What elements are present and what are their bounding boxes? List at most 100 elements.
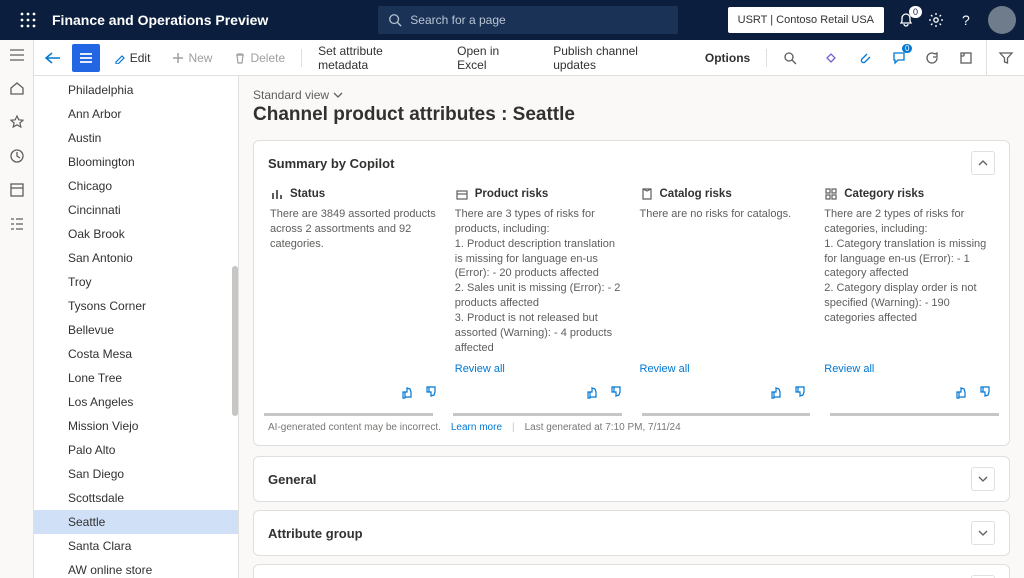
user-avatar[interactable] (988, 6, 1016, 34)
company-picker[interactable]: USRT | Contoso Retail USA (728, 7, 884, 33)
tree-item[interactable]: Cincinnati (34, 198, 238, 222)
thumbs-up-icon[interactable] (955, 385, 969, 399)
delete-button[interactable]: Delete (226, 47, 293, 69)
page-title: Channel product attributes : Seattle (253, 104, 1010, 126)
action-toolbar: Edit New Delete Set attribute metadata O… (34, 40, 986, 76)
tree-item[interactable]: Mission Viejo (34, 414, 238, 438)
popout-icon[interactable] (952, 44, 980, 72)
global-header: Finance and Operations Preview Search fo… (0, 0, 1024, 40)
tile-body: There are 3 types of risks for products,… (455, 207, 624, 355)
find-button[interactable] (775, 47, 805, 69)
tree-item[interactable]: Austin (34, 126, 238, 150)
favorites-icon[interactable] (9, 114, 25, 130)
review-all-link[interactable]: Review all (455, 363, 624, 375)
notification-icon[interactable]: 0 (898, 12, 914, 28)
copilot-summary-card: Summary by Copilot Status There are 3849 … (253, 140, 1010, 446)
hamburger-icon[interactable] (9, 48, 25, 62)
section-title: Attribute group (268, 526, 971, 541)
search-box[interactable]: Search for a page (378, 6, 678, 34)
tree-item[interactable]: Scottsdale (34, 486, 238, 510)
search-icon (388, 13, 402, 27)
expand-button[interactable] (971, 521, 995, 545)
tree-item[interactable]: San Antonio (34, 246, 238, 270)
back-button[interactable] (40, 47, 66, 69)
section-title: General (268, 472, 971, 487)
app-launcher-button[interactable] (8, 0, 48, 40)
trash-icon (234, 52, 246, 64)
tile-title: Category risks (844, 188, 924, 200)
attach-icon[interactable] (851, 44, 879, 72)
settings-icon[interactable] (928, 12, 944, 28)
collapsed-section[interactable]: General (253, 456, 1010, 502)
search-icon (783, 51, 797, 65)
tree-item[interactable]: Philadelphia (34, 78, 238, 102)
tree-item[interactable]: Oak Brook (34, 222, 238, 246)
expand-button[interactable] (971, 467, 995, 491)
tile-title: Catalog risks (660, 188, 732, 200)
thumbs-down-icon[interactable] (979, 385, 993, 399)
thumbs-down-icon[interactable] (425, 385, 439, 399)
thumbs-down-icon[interactable] (610, 385, 624, 399)
funnel-icon (998, 50, 1014, 66)
chevron-down-icon (333, 91, 343, 99)
tree-item[interactable]: Los Angeles (34, 390, 238, 414)
tile-body: There are 2 types of risks for categorie… (824, 207, 993, 355)
open-in-excel-button[interactable]: Open in Excel (449, 40, 539, 76)
tile-body: There are 3849 assorted products across … (270, 207, 439, 375)
notification-badge: 0 (909, 6, 922, 18)
options-button[interactable]: Options (697, 47, 758, 69)
collapsed-section[interactable]: Attribute group (253, 510, 1010, 556)
tree-item[interactable]: Bloomington (34, 150, 238, 174)
main-content: Standard view Channel product attributes… (239, 76, 1024, 578)
edit-button[interactable]: Edit (106, 47, 159, 69)
copilot-summary-title: Summary by Copilot (268, 156, 971, 171)
thumbs-up-icon[interactable] (770, 385, 784, 399)
collapsed-section[interactable]: Products (253, 564, 1010, 578)
help-icon[interactable]: ? (958, 12, 974, 28)
tile-icon (640, 187, 654, 201)
tree-item[interactable]: Tysons Corner (34, 294, 238, 318)
left-navigation-rail (0, 40, 34, 578)
tree-item[interactable]: Ann Arbor (34, 102, 238, 126)
tree-item[interactable]: Seattle (34, 510, 238, 534)
review-all-link[interactable]: Review all (640, 363, 809, 375)
plus-icon (172, 52, 184, 64)
publish-channel-updates-button[interactable]: Publish channel updates (545, 40, 691, 76)
recent-icon[interactable] (9, 148, 25, 164)
copilot-tile: Product risksThere are 3 types of risks … (447, 181, 632, 407)
pencil-icon (114, 52, 126, 64)
tree-item[interactable]: AW online store (34, 558, 238, 578)
scrollbar-thumb[interactable] (232, 266, 238, 416)
ai-disclaimer: AI-generated content may be incorrect. (268, 422, 441, 433)
tree-item[interactable]: Costa Mesa (34, 342, 238, 366)
list-view-button[interactable] (72, 44, 100, 72)
filter-pane-toggle[interactable] (986, 40, 1024, 76)
thumbs-up-icon[interactable] (401, 385, 415, 399)
modules-icon[interactable] (9, 216, 25, 232)
thumbs-down-icon[interactable] (794, 385, 808, 399)
review-all-link[interactable]: Review all (824, 363, 993, 375)
search-placeholder: Search for a page (410, 13, 505, 27)
tree-item[interactable]: Santa Clara (34, 534, 238, 558)
tree-item[interactable]: Troy (34, 270, 238, 294)
set-attribute-metadata-button[interactable]: Set attribute metadata (310, 40, 443, 76)
copilot-icon[interactable] (817, 44, 845, 72)
learn-more-link[interactable]: Learn more (451, 422, 502, 433)
tree-item[interactable]: San Diego (34, 462, 238, 486)
tree-item[interactable]: Bellevue (34, 318, 238, 342)
tile-title: Status (290, 188, 325, 200)
view-selector[interactable]: Standard view (253, 88, 1010, 102)
new-button[interactable]: New (164, 47, 220, 69)
refresh-icon[interactable] (918, 44, 946, 72)
tile-icon (270, 187, 284, 201)
thumbs-up-icon[interactable] (586, 385, 600, 399)
copilot-tile: Status There are 3849 assorted products a… (262, 181, 447, 407)
tile-icon (824, 187, 838, 201)
tree-item[interactable]: Palo Alto (34, 438, 238, 462)
workspaces-icon[interactable] (9, 182, 25, 198)
tree-item[interactable]: Chicago (34, 174, 238, 198)
messages-icon[interactable]: 0 (885, 44, 913, 72)
tree-item[interactable]: Lone Tree (34, 366, 238, 390)
home-icon[interactable] (9, 80, 25, 96)
collapse-button[interactable] (971, 151, 995, 175)
